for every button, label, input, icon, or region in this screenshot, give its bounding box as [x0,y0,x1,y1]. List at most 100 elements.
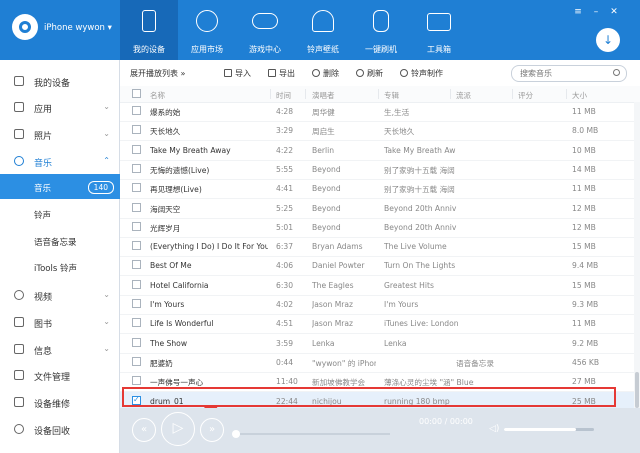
nav-app-market[interactable]: 应用市场 [178,0,236,60]
table-row[interactable]: 肥婆奶 0:44 "wywon" 的 iPhon 语音备忘录 456 KB [120,353,634,373]
table-row[interactable]: I'm Yours 4:02 Jason Mraz I'm Yours 9.3 MB [120,295,634,315]
sidebar-sub-ringtones[interactable]: 铃声 [0,201,120,226]
refresh-button[interactable]: 刷新 [356,68,383,79]
sidebar-item-photos[interactable]: 照片 ⌄ [0,121,120,147]
table-row[interactable]: 光辉岁月 5:01 Beyond Beyond 20th Anniv 12 MB [120,218,634,238]
table-row[interactable]: Best Of Me 4:06 Daniel Powter Turn On The L… [120,256,634,277]
cell-name: 天长地久 [150,127,181,137]
table-row[interactable]: 无悔的遗憾(Live) 5:55 Beyond 别了家驹十五载 海阔 14 MB [120,160,634,180]
volume-slider[interactable] [504,428,594,431]
sidebar-item-device-repair[interactable]: 设备维修 [0,389,120,415]
scrollbar-thumb[interactable] [635,372,639,408]
select-all-checkbox[interactable] [132,89,141,98]
row-checkbox[interactable] [132,163,141,173]
expand-playlist-button[interactable]: 展开播放列表 » [130,68,185,79]
cell-size: 8.0 MB [572,126,599,136]
row-checkbox[interactable] [132,260,141,270]
play-button[interactable]: ▷ [161,412,195,446]
row-checkbox[interactable] [132,144,141,154]
sidebar-item-file-manager[interactable]: 文件管理 [0,362,120,388]
row-checkbox[interactable] [132,337,141,347]
sidebar: 我的设备 应用 ⌄ 照片 ⌄ 音乐 ⌃ 音乐 140 铃声 语音备忘录 iToo… [0,60,120,453]
row-checkbox[interactable] [132,376,141,386]
table-scrollbar[interactable] [634,102,640,408]
chevron-down-icon: ⌄ [103,290,110,299]
nav-toolbox[interactable]: 工具箱 [410,0,468,60]
export-button[interactable]: 导出 [268,68,295,79]
download-icon[interactable]: ↓ [596,28,620,52]
sidebar-sub-voice-memos[interactable]: 语音备忘录 [0,228,120,253]
sidebar-sub-music[interactable]: 音乐 140 [0,174,120,199]
nav-my-device[interactable]: 我的设备 [120,0,178,60]
sidebar-item-music[interactable]: 音乐 ⌃ [0,148,120,174]
cell-genre: 语音备忘录 [456,358,494,368]
table-row[interactable]: Hotel California 6:30 The Eagles Greatest H… [120,276,634,296]
toolbox-icon [427,13,451,31]
row-checkbox[interactable] [132,183,141,193]
ringtone-maker-button[interactable]: 铃声制作 [400,68,443,79]
row-checkbox[interactable] [132,125,141,135]
delete-button[interactable]: 删除 [312,68,339,79]
cell-album: 生,生活 [384,108,410,117]
row-checkbox[interactable] [132,221,141,231]
search-input[interactable] [520,67,610,79]
row-checkbox[interactable] [132,299,141,308]
cell-time: 5:25 [276,203,294,213]
row-checkbox[interactable] [132,318,141,328]
row-checkbox[interactable] [132,279,141,289]
table-row[interactable]: 天长地久 3:29 周启生 天长地久 8.0 MB [120,121,634,142]
minimize-icon[interactable]: – [590,6,602,18]
column-header-album[interactable]: 专辑 [384,90,399,101]
next-track-button[interactable]: » [200,418,224,442]
table-row[interactable]: 再见理想(Live) 4:41 Beyond 别了家驹十五载 海阔 11 MB [120,179,634,200]
sidebar-item-video[interactable]: 视频 ⌄ [0,282,120,308]
sidebar-item-books[interactable]: 图书 ⌄ [0,309,120,335]
row-checkbox[interactable] [132,106,141,115]
column-header-rating[interactable]: 评分 [518,90,533,101]
cell-size: 15 MB [572,280,596,290]
table-row[interactable]: Life Is Wonderful 4:51 Jason Mraz iTunes Li… [120,314,634,335]
nav-game-center[interactable]: 游戏中心 [236,0,294,60]
table-row[interactable]: 海阔天空 5:25 Beyond Beyond 20th Anniv 12 MB [120,199,634,219]
cell-time: 4:51 [276,319,294,329]
row-checkbox[interactable] [132,356,141,366]
close-icon[interactable]: ✕ [608,6,620,18]
table-row[interactable]: Take My Breath Away 4:22 Berlin Take My Bre… [120,141,634,161]
column-header-artist[interactable]: 演唱者 [312,90,335,101]
previous-track-button[interactable]: « [132,418,156,442]
row-checkbox[interactable] [132,241,141,251]
table-row[interactable]: (Everything I Do) I Do It For You 6:37 Bry… [120,237,634,258]
progress-handle[interactable] [232,430,240,438]
nav-ringtones-wallpapers[interactable]: 铃声壁纸 [294,0,352,60]
sidebar-item-my-device[interactable]: 我的设备 [0,68,120,94]
sidebar-item-messages[interactable]: 信息 ⌄ [0,336,120,362]
menu-icon[interactable]: ≡ [572,6,584,18]
nav-one-click-flash[interactable]: 一键刷机 [352,0,410,60]
sidebar-sub-itools-ringtones[interactable]: iTools 铃声 [0,254,120,279]
import-button[interactable]: 导入 [224,68,251,79]
sidebar-item-apps[interactable]: 应用 ⌄ [0,94,120,120]
cell-size: 12 MB [572,203,596,213]
cell-artist: Daniel Powter [312,261,365,271]
table-row[interactable]: 爆系的始 4:28 周华健 生,生活 11 MB [120,102,634,122]
cell-name: 再见理想(Live) [150,185,202,195]
table-row[interactable]: The Show 3:59 Lenka Lenka 9.2 MB [120,334,634,354]
itools-logo-icon [12,14,38,40]
column-header-name[interactable]: 名称 [150,90,165,101]
cell-album: I'm Yours [384,300,419,309]
row-checkbox[interactable] [132,202,141,212]
sidebar-item-device-recycle[interactable]: 设备回收 [0,416,120,442]
cell-artist: "wywon" 的 iPhon [312,358,376,368]
device-selector[interactable]: iPhone wywon ▾ [8,12,118,48]
column-header-size[interactable]: 大小 [572,90,587,101]
progress-track[interactable] [240,433,390,435]
search-icon[interactable] [613,69,620,76]
column-divider [378,89,379,99]
column-divider [566,89,567,99]
volume-icon[interactable]: ◁) [489,424,499,434]
volume-level-fill [504,428,576,431]
column-header-genre[interactable]: 流派 [456,90,471,101]
cell-album: 别了家驹十五载 海阔 [384,185,455,195]
column-header-time[interactable]: 时间 [276,90,291,101]
search-box[interactable] [511,65,627,82]
